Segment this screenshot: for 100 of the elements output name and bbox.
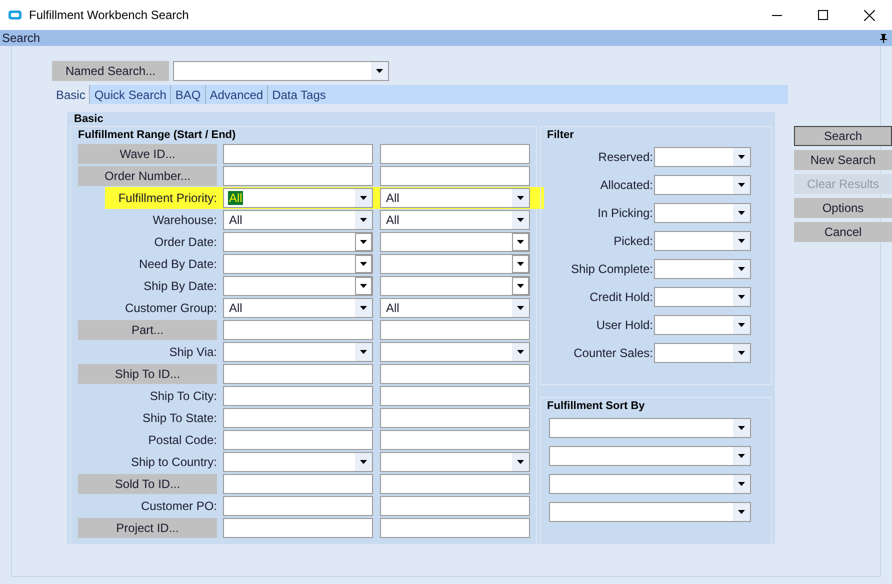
dropdown-arrow-icon — [376, 69, 383, 73]
dropdown-field[interactable] — [380, 342, 530, 362]
dropdown-arrow-icon — [738, 211, 745, 215]
input-field[interactable] — [380, 320, 530, 340]
named-search-button[interactable]: Named Search... — [52, 61, 169, 81]
dropdown-arrow-icon — [517, 196, 524, 200]
dropdown-arrow-icon — [738, 155, 745, 159]
lookup-button[interactable]: Ship To ID... — [78, 364, 217, 384]
input-field[interactable] — [223, 166, 373, 186]
field-label: Ship Via: — [168, 345, 217, 359]
dropdown-field[interactable]: All — [380, 298, 530, 318]
date-picker[interactable] — [380, 232, 530, 252]
dropdown-field[interactable] — [549, 418, 751, 438]
dropdown-field[interactable]: All — [223, 188, 373, 208]
close-icon[interactable] — [864, 10, 875, 20]
section-title: Filter — [547, 129, 575, 141]
action-button[interactable]: Options — [794, 198, 892, 218]
date-picker[interactable] — [223, 276, 373, 296]
date-picker[interactable] — [380, 254, 530, 274]
dropdown-arrow-icon — [517, 306, 524, 310]
dropdown-field[interactable] — [654, 231, 751, 251]
input-field[interactable] — [223, 496, 373, 516]
dropdown-field[interactable]: All — [380, 188, 530, 208]
input-field[interactable] — [380, 518, 530, 538]
date-picker[interactable] — [223, 254, 373, 274]
input-field[interactable] — [380, 430, 530, 450]
dropdown-arrow-icon — [738, 267, 745, 271]
panel-title: Search — [2, 31, 40, 45]
field-label: Customer Group: — [124, 301, 217, 315]
lookup-button[interactable]: Sold To ID... — [78, 474, 217, 494]
field-label: Need By Date: — [138, 257, 217, 271]
dropdown-arrow-icon — [517, 350, 524, 354]
dropdown-field[interactable] — [654, 175, 751, 195]
input-field[interactable] — [223, 386, 373, 406]
dropdown-field[interactable]: All — [223, 298, 373, 318]
input-field[interactable] — [223, 474, 373, 494]
action-button[interactable]: Search — [794, 126, 892, 146]
field-label: Ship to Country: — [130, 455, 217, 469]
dropdown-field[interactable] — [549, 474, 751, 494]
dropdown-field[interactable] — [173, 61, 389, 81]
input-field[interactable] — [223, 320, 373, 340]
input-field[interactable] — [223, 408, 373, 428]
dropdown-field[interactable] — [223, 452, 373, 472]
dropdown-field[interactable] — [549, 446, 751, 466]
field-label: User Hold: — [596, 318, 653, 332]
section-title: Fulfillment Sort By — [547, 400, 646, 412]
field-label: Ship To City: — [148, 389, 217, 403]
dropdown-field[interactable]: All — [380, 210, 530, 230]
dropdown-arrow-icon — [738, 239, 745, 243]
dropdown-field[interactable] — [380, 452, 530, 472]
input-field[interactable] — [380, 408, 530, 428]
dropdown-arrow-icon — [360, 196, 367, 200]
dropdown-field[interactable] — [654, 203, 751, 223]
pin-icon[interactable] — [880, 34, 887, 42]
dropdown-arrow-icon — [517, 218, 524, 222]
dropdown-arrow-icon — [738, 323, 745, 327]
dropdown-arrow-icon — [360, 460, 367, 464]
input-field[interactable] — [380, 496, 530, 516]
input-field[interactable] — [223, 430, 373, 450]
dropdown-field[interactable] — [549, 502, 751, 522]
input-field[interactable] — [380, 166, 530, 186]
dropdown-arrow-icon — [738, 183, 745, 187]
field-label: Reserved: — [598, 150, 653, 164]
date-picker[interactable] — [380, 276, 530, 296]
dropdown-arrow-icon — [517, 284, 524, 288]
dropdown-field[interactable] — [654, 315, 751, 335]
maximize-icon[interactable] — [818, 10, 828, 20]
dropdown-arrow-icon — [360, 284, 367, 288]
input-field[interactable] — [223, 518, 373, 538]
dropdown-field[interactable]: All — [223, 210, 373, 230]
field-label: Ship By Date: — [142, 279, 217, 293]
field-label: Credit Hold: — [590, 290, 653, 304]
window-title: Fulfillment Workbench Search — [29, 8, 189, 22]
dropdown-arrow-icon — [360, 218, 367, 222]
dropdown-arrow-icon — [517, 460, 524, 464]
dropdown-arrow-icon — [738, 426, 745, 430]
dropdown-arrow-icon — [360, 262, 367, 266]
input-field[interactable] — [380, 386, 530, 406]
dropdown-field[interactable] — [654, 147, 751, 167]
action-button[interactable]: Cancel — [794, 222, 892, 242]
date-picker[interactable] — [223, 232, 373, 252]
dropdown-field[interactable] — [654, 259, 751, 279]
action-button[interactable]: New Search — [794, 150, 892, 170]
input-field[interactable] — [223, 364, 373, 384]
input-field[interactable] — [380, 364, 530, 384]
lookup-button[interactable]: Part... — [78, 320, 217, 340]
lookup-button[interactable]: Project ID... — [78, 518, 217, 538]
dropdown-arrow-icon — [517, 262, 524, 266]
field-label: Order Date: — [153, 235, 217, 249]
dropdown-arrow-icon — [517, 240, 524, 244]
input-field[interactable] — [380, 144, 530, 164]
tab[interactable]: Basic — [52, 85, 90, 104]
field-label: Customer PO: — [140, 499, 217, 513]
input-field[interactable] — [380, 474, 530, 494]
input-field[interactable] — [223, 144, 373, 164]
dropdown-field[interactable] — [654, 287, 751, 307]
dropdown-field[interactable] — [223, 342, 373, 362]
dropdown-field[interactable] — [654, 343, 751, 363]
lookup-button[interactable]: Wave ID... — [78, 144, 217, 164]
lookup-button[interactable]: Order Number... — [78, 166, 217, 186]
